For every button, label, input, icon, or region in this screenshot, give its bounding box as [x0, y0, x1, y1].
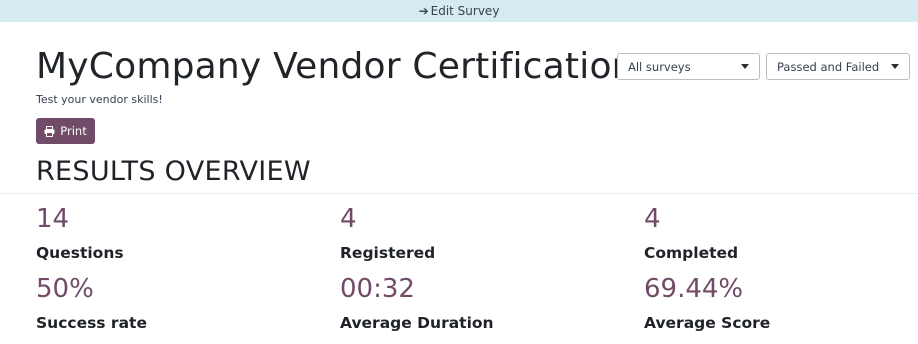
edit-survey-link[interactable]: ➔ Edit Survey [419, 4, 500, 18]
edit-survey-bar: ➔ Edit Survey [0, 0, 918, 22]
results-overview-heading: RESULTS OVERVIEW [36, 156, 311, 187]
stat-value: 50% [36, 274, 94, 304]
stat-success-rate: 50% Success rate [36, 276, 147, 332]
stat-label: Success rate [36, 314, 147, 332]
stat-label: Average Score [644, 314, 771, 332]
section-divider [0, 193, 918, 194]
print-button[interactable]: Print [36, 118, 95, 144]
stat-completed: 4 Completed [644, 206, 738, 262]
page-title: MyCompany Vendor Certification [36, 46, 635, 87]
stat-label: Completed [644, 244, 739, 262]
edit-survey-label: Edit Survey [430, 4, 500, 18]
print-label: Print [60, 124, 87, 138]
stat-questions: 14 Questions [36, 206, 124, 262]
stat-registered: 4 Registered [340, 206, 435, 262]
caret-down-icon [741, 64, 749, 69]
arrow-right-icon: ➔ [418, 4, 429, 18]
survey-description: Test your vendor skills! [36, 93, 163, 106]
stat-average-score: 69.44% Average Score [644, 276, 770, 332]
stat-label: Average Duration [340, 314, 494, 332]
stat-value: 14 [36, 204, 70, 234]
stat-value: 69.44% [644, 274, 744, 304]
caret-down-icon [891, 64, 899, 69]
stat-label: Registered [340, 244, 436, 262]
stat-value: 4 [340, 204, 357, 234]
print-icon [44, 125, 55, 137]
status-filter-value: Passed and Failed [777, 59, 880, 74]
survey-filter-select[interactable]: All surveys [617, 53, 760, 80]
survey-filter-value: All surveys [628, 59, 691, 74]
stat-value: 4 [644, 204, 661, 234]
stat-average-duration: 00:32 Average Duration [340, 276, 494, 332]
stat-label: Questions [36, 244, 124, 262]
stat-value: 00:32 [340, 274, 415, 304]
status-filter-select[interactable]: Passed and Failed [766, 53, 910, 80]
